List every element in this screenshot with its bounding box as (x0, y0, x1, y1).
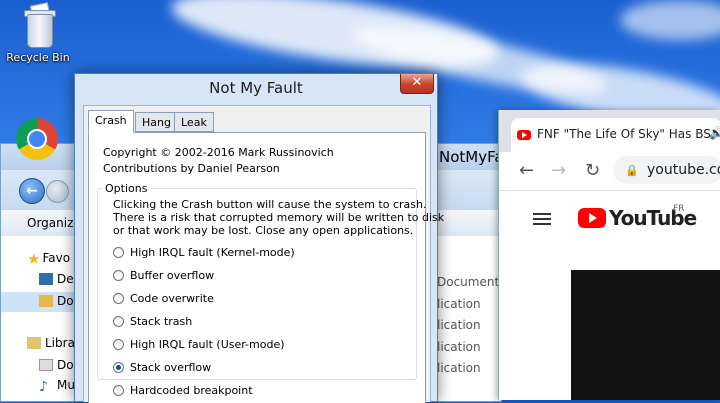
dialog-client-area: Crash Hang Leak Copyright © 2002-2016 Ma… (83, 105, 445, 403)
radio-button[interactable] (113, 247, 124, 258)
radio-button[interactable] (113, 316, 124, 327)
browser-forward-icon[interactable]: → (551, 160, 566, 181)
option-label: Hardcoded breakpoint (130, 384, 253, 397)
recycle-bin-desktop-icon[interactable]: Recycle Bin (4, 2, 72, 64)
option-hardcoded-breakpoint[interactable]: Hardcoded breakpoint (113, 384, 253, 400)
youtube-favicon-icon (517, 130, 531, 140)
file-type-cell: lication (437, 340, 481, 354)
tab-title: FNF "The Life Of Sky" Has BS (537, 127, 711, 141)
nav-item-label: Do (57, 358, 74, 372)
option-label: Stack overflow (130, 361, 212, 374)
recycle-bin-icon (21, 2, 56, 48)
nav-item-downloads[interactable]: Do (39, 294, 74, 308)
radio-button-selected[interactable] (113, 362, 124, 373)
audio-playing-icon[interactable]: 🔊 (709, 126, 720, 140)
reload-icon[interactable]: ↻ (585, 160, 600, 181)
forward-button[interactable] (46, 180, 69, 203)
option-stack-overflow[interactable]: Stack overflow (113, 361, 211, 377)
downloads-folder-icon (39, 295, 53, 307)
video-player[interactable] (571, 270, 720, 400)
nav-item-desktop[interactable]: De (39, 272, 74, 286)
libraries-icon (27, 337, 41, 349)
option-stack-trash[interactable]: Stack trash (113, 315, 192, 331)
option-label: Stack trash (130, 315, 193, 328)
warning-line: or that work may be lost. Close any open… (113, 224, 414, 237)
crash-tab-page: Copyright © 2002-2016 Mark Russinovich C… (88, 132, 445, 403)
recycle-bin-label: Recycle Bin (6, 51, 70, 64)
chrome-icon[interactable] (16, 118, 58, 160)
nav-item-music[interactable]: ♪ Mu (39, 378, 75, 395)
option-code-overwrite[interactable]: Code overwrite (113, 292, 214, 308)
nav-item-label: Libra (45, 336, 75, 350)
contributions-text: Contributions by Daniel Pearson (103, 162, 280, 175)
warning-line: There is a risk that corrupted memory wi… (113, 211, 445, 224)
copyright-text: Copyright © 2002-2016 Mark Russinovich (103, 146, 334, 159)
back-button[interactable]: ← (19, 178, 45, 204)
organize-button[interactable]: Organize (27, 216, 81, 230)
file-type-cell: lication (437, 318, 481, 332)
nav-item-label: Favo (42, 251, 71, 265)
star-icon: ★ (27, 250, 41, 268)
option-buffer-overflow[interactable]: Buffer overflow (113, 269, 214, 285)
sky-cloud (620, 0, 720, 40)
close-button[interactable]: ✕ (400, 74, 434, 94)
youtube-logo-icon[interactable] (578, 208, 606, 228)
option-label: Code overwrite (130, 292, 214, 305)
options-legend: Options (102, 182, 151, 195)
radio-button[interactable] (113, 293, 124, 304)
warning-text: Clicking the Crash button will cause the… (113, 198, 445, 237)
option-high-irql-kernel[interactable]: High IRQL fault (Kernel-mode) (113, 246, 295, 262)
tab-crash[interactable]: Crash (88, 110, 134, 133)
file-type-cell: lication (437, 297, 481, 311)
tab-leak[interactable]: Leak (174, 112, 214, 132)
option-label: High IRQL fault (User-mode) (130, 338, 285, 351)
browser-window[interactable]: FNF "The Life Of Sky" Has BS 🔊 ← → ↻ 🔒 y… (498, 110, 720, 400)
explorer-title: NotMyFa (439, 148, 504, 166)
nav-item-libraries[interactable]: Libra (27, 336, 75, 350)
tab-hang[interactable]: Hang (135, 112, 178, 132)
file-type-cell: lication (437, 361, 481, 375)
nav-item-documents[interactable]: Do (39, 358, 74, 372)
hamburger-menu-icon[interactable] (533, 210, 551, 228)
url-text[interactable]: youtube.co (647, 162, 720, 178)
file-type-cell: Document (437, 275, 500, 289)
radio-button[interactable] (113, 270, 124, 281)
radio-button[interactable] (113, 385, 124, 396)
lock-icon[interactable]: 🔒 (625, 164, 639, 177)
warning-line: Clicking the Crash button will cause the… (113, 198, 427, 211)
nav-item-label: De (57, 272, 74, 286)
option-high-irql-user[interactable]: High IRQL fault (User-mode) (113, 338, 285, 354)
nav-item-label: Mu (57, 378, 75, 392)
desktop-folder-icon (39, 273, 53, 285)
nav-item-label: Do (57, 294, 74, 308)
dialog-title: Not My Fault (209, 79, 303, 97)
browser-back-icon[interactable]: ← (519, 160, 534, 181)
option-label: High IRQL fault (Kernel-mode) (130, 246, 295, 259)
region-code: FR (673, 204, 685, 214)
notmyfault-dialog[interactable]: Not My Fault ✕ Crash Hang Leak Copyright… (74, 73, 445, 403)
radio-button[interactable] (113, 339, 124, 350)
option-label: Buffer overflow (130, 269, 215, 282)
nav-item-favorites[interactable]: ★ Favo (27, 250, 70, 268)
music-note-icon: ♪ (39, 379, 48, 395)
documents-icon (39, 359, 53, 371)
